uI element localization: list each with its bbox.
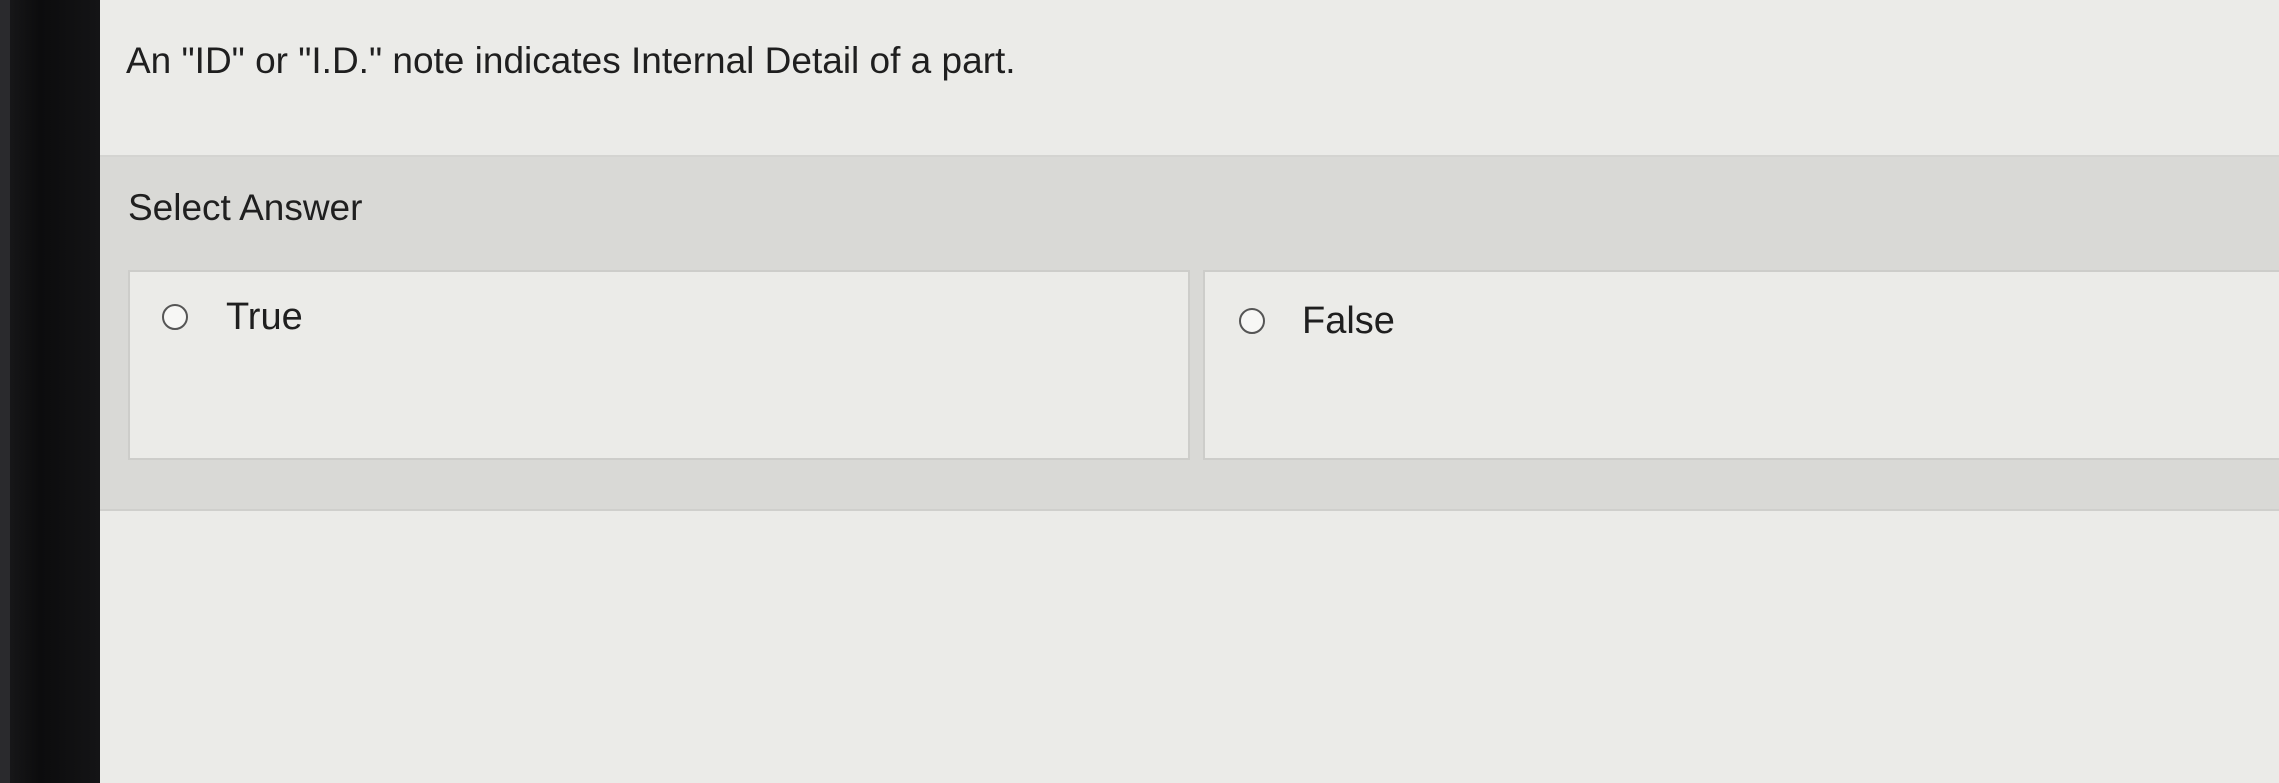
monitor-bezel [0,0,100,783]
quiz-screen: An "ID" or "I.D." note indicates Interna… [100,0,2279,783]
answer-panel: Select Answer True False [100,157,2279,511]
option-false-label[interactable]: False [1302,300,1395,343]
option-true[interactable]: True [128,270,1190,460]
question-text: An "ID" or "I.D." note indicates Interna… [126,40,1016,81]
option-false[interactable]: False [1203,270,2279,460]
option-true-label[interactable]: True [226,296,303,339]
lower-empty-area [100,511,2279,783]
select-answer-label: Select Answer [128,187,363,228]
radio-false[interactable] [1239,308,1265,334]
question-section: An "ID" or "I.D." note indicates Interna… [100,0,2279,157]
radio-true[interactable] [162,304,188,330]
bezel-edge [0,0,10,783]
